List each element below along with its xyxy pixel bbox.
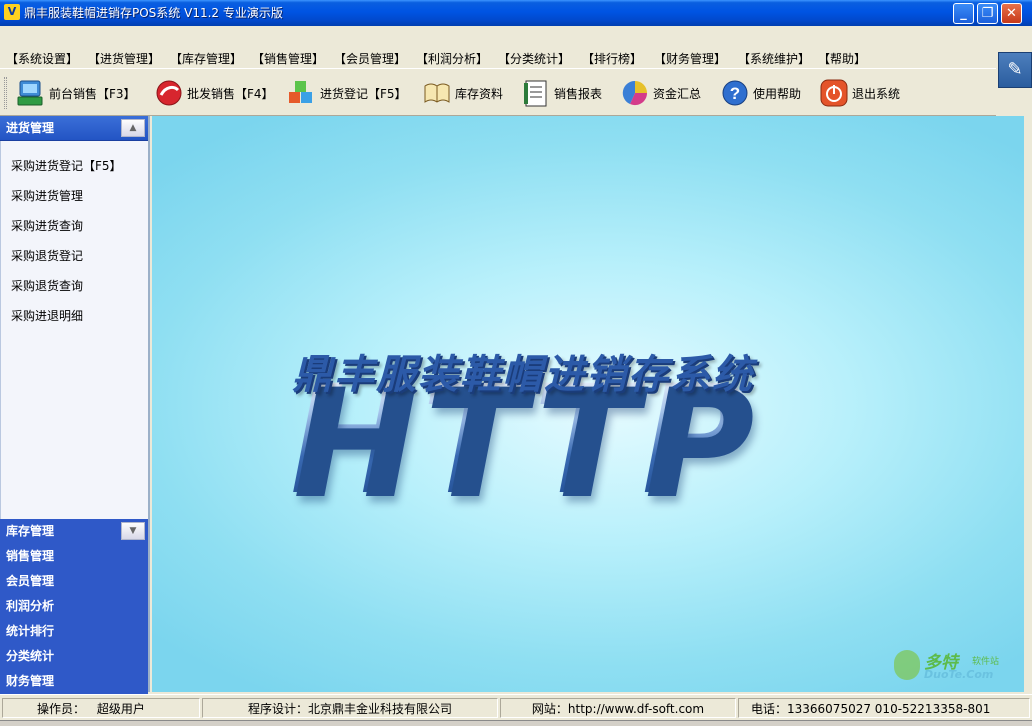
help-button[interactable]: ? 使用帮助 <box>720 77 801 109</box>
toolbar: 前台销售【F3】 批发销售【F4】 进货登记【F5】 库存资料 销售报表 资金汇… <box>0 68 996 116</box>
status-website[interactable]: 网站：http://www.df-soft.com <box>500 698 736 718</box>
sidebar-section-ranking[interactable]: 统计排行 <box>0 619 148 644</box>
fund-summary-label: 资金汇总 <box>653 86 702 101</box>
menu-bar: 【系统设置】 【进货管理】 【库存管理】 【销售管理】 【会员管理】 【利润分析… <box>0 26 1032 68</box>
cubes-icon <box>287 78 317 108</box>
menu-system-settings[interactable]: 【系统设置】 <box>6 50 78 67</box>
report-icon <box>521 78 551 108</box>
title-bar: V 鼎丰服装鞋帽进销存POS系统 V11.2 专业演示版 _ ❐ ✕ <box>0 0 1032 26</box>
sidebar-link-purchase-manage[interactable]: 采购进货管理 <box>1 187 148 217</box>
sidebar-section-sales[interactable]: 销售管理 <box>0 544 148 569</box>
sidebar-link-return-query[interactable]: 采购退货查询 <box>1 277 148 307</box>
help-icon: ? <box>720 78 750 108</box>
close-button[interactable]: ✕ <box>1001 3 1022 24</box>
menu-system-maintenance[interactable]: 【系统维护】 <box>738 50 810 67</box>
watermark: 多特 软件站 DuoTe.Com <box>888 646 1018 690</box>
wholesale-icon <box>154 78 184 108</box>
pos-sale-label: 前台销售【F3】 <box>49 86 136 101</box>
menu-profit-analysis[interactable]: 【利润分析】 <box>416 50 488 67</box>
sidebar-section-label: 库存管理 <box>6 524 55 538</box>
watermark-domain: DuoTe.Com <box>924 668 994 681</box>
sales-report-label: 销售报表 <box>554 86 603 101</box>
sidebar-panel: 采购进货登记【F5】 采购进货管理 采购进货查询 采购退货登记 采购退货查询 采… <box>0 141 148 519</box>
status-operator: 操作员： 超级用户 <box>2 698 200 718</box>
fund-summary-button[interactable]: 资金汇总 <box>620 77 701 109</box>
inventory-data-label: 库存资料 <box>455 86 504 101</box>
menu-inventory[interactable]: 【库存管理】 <box>170 50 242 67</box>
status-designer: 程序设计：北京鼎丰金业科技有限公司 <box>202 698 498 718</box>
menu-sales[interactable]: 【销售管理】 <box>252 50 324 67</box>
sidebar: 进货管理 ▲ 采购进货登记【F5】 采购进货管理 采购进货查询 采购退货登记 采… <box>0 116 150 694</box>
sidebar-section-members[interactable]: 会员管理 <box>0 569 148 594</box>
help-label: 使用帮助 <box>753 86 802 101</box>
exit-label: 退出系统 <box>852 86 901 101</box>
brand-corner-icon: ✎ <box>998 52 1032 88</box>
menu-finance[interactable]: 【财务管理】 <box>654 50 726 67</box>
sidebar-link-purchase-query[interactable]: 采购进货查询 <box>1 217 148 247</box>
exit-button[interactable]: 退出系统 <box>819 77 900 109</box>
menu-purchase[interactable]: 【进货管理】 <box>88 50 160 67</box>
status-operator-label: 操作员： <box>37 702 86 716</box>
pie-chart-icon <box>620 78 650 108</box>
pos-sale-button[interactable]: 前台销售【F3】 <box>16 77 136 109</box>
menu-members[interactable]: 【会员管理】 <box>334 50 406 67</box>
minimize-button[interactable]: _ <box>953 3 974 24</box>
sidebar-section-label: 进货管理 <box>6 121 55 135</box>
sidebar-link-purchase-entry[interactable]: 采购进货登记【F5】 <box>1 157 148 187</box>
wholesale-label: 批发销售【F4】 <box>187 86 274 101</box>
toolbar-grip[interactable] <box>4 77 7 109</box>
power-icon <box>819 78 849 108</box>
book-icon <box>422 78 452 108</box>
status-bar: 操作员： 超级用户 程序设计：北京鼎丰金业科技有限公司 网站：http://ww… <box>0 694 1032 720</box>
sidebar-section-category[interactable]: 分类统计 <box>0 644 148 669</box>
svg-text:?: ? <box>730 84 740 103</box>
status-phone: 电话：13366075027 010-52213358-801 <box>738 698 1030 718</box>
main-workspace: HTTP 鼎丰服装鞋帽进销存系统 多特 软件站 DuoTe.Com <box>152 116 1024 692</box>
sales-report-button[interactable]: 销售报表 <box>521 77 602 109</box>
wholesale-button[interactable]: 批发销售【F4】 <box>154 77 274 109</box>
maximize-button[interactable]: ❐ <box>977 3 998 24</box>
collapse-up-icon[interactable]: ▲ <box>121 119 145 137</box>
menu-help[interactable]: 【帮助】 <box>818 50 866 67</box>
inventory-data-button[interactable]: 库存资料 <box>422 77 503 109</box>
sidebar-link-purchase-return-detail[interactable]: 采购进退明细 <box>1 307 148 337</box>
pos-terminal-icon <box>16 78 46 108</box>
watermark-subtext: 软件站 <box>972 657 1000 667</box>
menu-rankings[interactable]: 【排行榜】 <box>582 50 642 67</box>
sidebar-section-profit[interactable]: 利润分析 <box>0 594 148 619</box>
status-operator-value: 超级用户 <box>96 702 145 716</box>
purchase-entry-label: 进货登记【F5】 <box>320 86 407 101</box>
sidebar-section-inventory[interactable]: 库存管理 ▼ <box>0 519 148 544</box>
sidebar-link-return-entry[interactable]: 采购退货登记 <box>1 247 148 277</box>
sidebar-section-purchase[interactable]: 进货管理 ▲ <box>0 116 148 141</box>
purchase-entry-button[interactable]: 进货登记【F5】 <box>287 77 407 109</box>
splash-title: 鼎丰服装鞋帽进销存系统 <box>292 351 754 398</box>
taskbar-edge <box>0 720 1032 726</box>
watermark-mascot-icon <box>894 650 920 680</box>
window-title: 鼎丰服装鞋帽进销存POS系统 V11.2 专业演示版 <box>24 6 283 20</box>
sidebar-section-finance[interactable]: 财务管理 <box>0 669 148 694</box>
menu-category-stats[interactable]: 【分类统计】 <box>498 50 570 67</box>
app-logo-icon[interactable]: V <box>4 4 20 20</box>
collapse-down-icon[interactable]: ▼ <box>121 522 145 540</box>
